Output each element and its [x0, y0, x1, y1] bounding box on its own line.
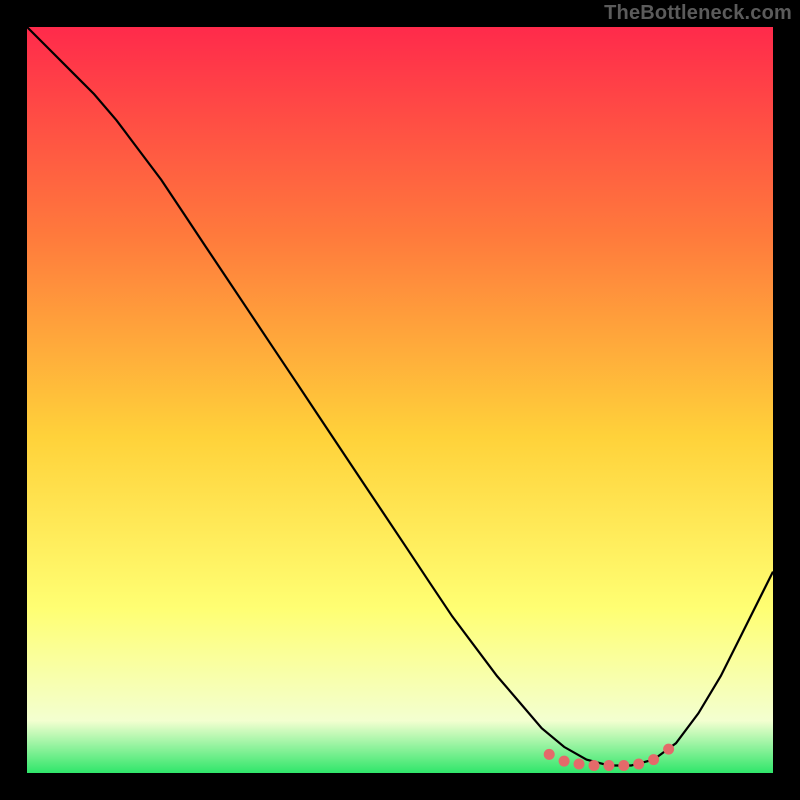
- marker-dot: [648, 754, 659, 765]
- marker-dot: [633, 759, 644, 770]
- marker-dot: [544, 749, 555, 760]
- chart-curve-layer: [27, 27, 773, 773]
- marker-dot: [574, 759, 585, 770]
- marker-dot: [559, 756, 570, 767]
- marker-dot: [618, 760, 629, 771]
- optimal-range-markers: [544, 744, 674, 771]
- bottleneck-curve: [27, 27, 773, 766]
- marker-dot: [663, 744, 674, 755]
- marker-dot: [589, 760, 600, 771]
- watermark-text: TheBottleneck.com: [604, 2, 792, 25]
- marker-dot: [603, 760, 614, 771]
- chart-plot-area: [27, 27, 773, 773]
- frame: TheBottleneck.com: [0, 0, 800, 800]
